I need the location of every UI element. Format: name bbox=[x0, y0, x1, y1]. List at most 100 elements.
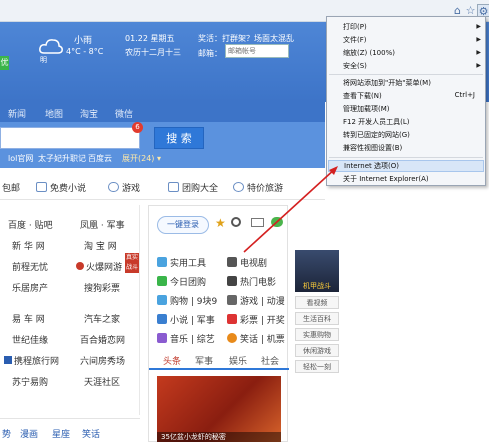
widget-item[interactable]: 电视剧 bbox=[227, 256, 267, 269]
search-input[interactable] bbox=[0, 127, 140, 149]
list-item[interactable]: 百合婚恋网 bbox=[80, 333, 125, 346]
mail-icon[interactable] bbox=[251, 218, 264, 227]
widget-item[interactable]: 游戏 | 动漫 bbox=[227, 294, 285, 307]
bottom-nav-item[interactable]: 势 bbox=[2, 427, 11, 440]
bottom-nav-item[interactable]: 星座 bbox=[52, 427, 70, 440]
logo-tag[interactable]: 优 bbox=[0, 56, 9, 70]
sidebar-link[interactable]: 轻松一刻 bbox=[295, 360, 339, 373]
list-item[interactable]: 百度 · 贴吧 bbox=[8, 218, 53, 231]
chat-icon[interactable] bbox=[271, 217, 283, 227]
promo-text[interactable]: 奖活：打群架？场面太混乱 bbox=[198, 33, 294, 44]
groupbuy-icon bbox=[157, 276, 167, 286]
sidebar-link[interactable]: 生活百科 bbox=[295, 312, 339, 325]
sidebar-link[interactable]: 休闲游戏 bbox=[295, 344, 339, 357]
menu-item-zoom[interactable]: 缩放(Z) (100%) bbox=[343, 48, 395, 58]
nav-item-news[interactable]: 新闻 bbox=[8, 107, 26, 120]
game-icon bbox=[227, 295, 237, 305]
menu-item-view-downloads[interactable]: 查看下载(N) bbox=[343, 91, 382, 101]
widget-item[interactable]: 今日团购 bbox=[157, 275, 206, 288]
mailbox-input[interactable] bbox=[225, 44, 289, 58]
menu-item-file[interactable]: 文件(F) bbox=[343, 35, 367, 45]
checkbox-icon bbox=[4, 356, 12, 364]
list-item[interactable]: 火爆网游 bbox=[76, 260, 122, 273]
one-click-login-button[interactable]: 一键登录 bbox=[157, 216, 209, 234]
weather-temp: 4°C - 8°C bbox=[66, 47, 104, 56]
menu-item-pinned-sites[interactable]: 转到已固定的网站(G) bbox=[343, 130, 410, 140]
hot-link-baiduyun[interactable]: 百度云 bbox=[88, 153, 112, 164]
hot-link-lol[interactable]: lol官网 bbox=[8, 153, 33, 164]
menu-separator bbox=[329, 74, 483, 75]
bottom-nav-item[interactable]: 笑话 bbox=[82, 427, 100, 440]
nav-item-wechat[interactable]: 微信 bbox=[115, 107, 133, 120]
menu-item-safety[interactable]: 安全(S) bbox=[343, 61, 367, 71]
sidebar-link[interactable]: 实惠购物 bbox=[295, 328, 339, 341]
list-item[interactable]: 苏宁易购 bbox=[12, 375, 48, 388]
site-links: 百度 · 贴吧 凤凰 · 军事 新 华 网 淘 宝 网 前程无忧 火爆网游 真实… bbox=[0, 205, 140, 415]
menu-item-add-to-start[interactable]: 将网站添加到"开始"菜单(M) bbox=[343, 78, 431, 88]
promo-badge[interactable]: 真实战斗 bbox=[125, 253, 139, 273]
joke-icon bbox=[227, 333, 237, 343]
portal-widget: 一键登录 ★ 实用工具 电视剧 今日团购 热门电影 购物 | 9块9 游戏 | … bbox=[148, 205, 289, 442]
menu-item-internet-options[interactable]: Internet 选项(O) bbox=[328, 160, 484, 172]
widget-item[interactable]: 小说 | 军事 bbox=[157, 313, 215, 326]
menu-item-manage-addons[interactable]: 管理加载项(M) bbox=[343, 104, 390, 114]
widget-item[interactable]: 热门电影 bbox=[227, 275, 276, 288]
nav-item-taobao[interactable]: 淘宝 bbox=[80, 107, 98, 120]
list-item[interactable]: 搜狗彩票 bbox=[84, 281, 120, 294]
menu-separator bbox=[329, 157, 483, 158]
list-item[interactable]: 淘 宝 网 bbox=[84, 239, 117, 252]
tool-groupbuy[interactable]: 团购大全 bbox=[168, 181, 218, 194]
widget-item[interactable]: 购物 | 9块9 bbox=[157, 294, 217, 307]
hot-link-drama[interactable]: 太子妃升职记 bbox=[38, 153, 86, 164]
tool-games[interactable]: 游戏 bbox=[108, 181, 140, 194]
list-item[interactable]: 凤凰 · 军事 bbox=[80, 218, 125, 231]
gamepad-icon bbox=[108, 182, 119, 192]
list-item[interactable]: 前程无忧 bbox=[12, 260, 48, 273]
notification-badge: 6 bbox=[132, 122, 143, 133]
lottery-icon bbox=[227, 314, 237, 324]
list-item[interactable]: 新 华 网 bbox=[12, 239, 45, 252]
tool-novels[interactable]: 免费小说 bbox=[36, 181, 86, 194]
sidebar-link[interactable]: 看视频 bbox=[295, 296, 339, 309]
music-icon bbox=[157, 333, 167, 343]
quick-tools: 包邮 免费小说 游戏 团购大全 特价旅游 bbox=[0, 174, 325, 200]
novel-icon bbox=[157, 314, 167, 324]
widget-item[interactable]: 笑话 | 机票 bbox=[227, 332, 285, 345]
date-solar: 01.22 星期五 bbox=[125, 34, 175, 43]
menu-item-about-ie[interactable]: 关于 Internet Explorer(A) bbox=[343, 174, 429, 184]
list-item[interactable]: 易 车 网 bbox=[12, 312, 45, 325]
mailbox-label: 邮箱： bbox=[198, 49, 222, 58]
tool-free-shipping[interactable]: 包邮 bbox=[2, 181, 20, 194]
game-icon bbox=[76, 262, 84, 270]
menu-item-f12-tools[interactable]: F12 开发人员工具(L) bbox=[343, 117, 410, 127]
list-item[interactable]: 六间房秀场 bbox=[80, 354, 125, 367]
search-area: 6 搜 索 lol官网 太子妃升职记 百度云 展开(24) ▾ bbox=[0, 122, 325, 168]
tv-icon bbox=[227, 257, 237, 267]
star-icon[interactable]: ★ bbox=[215, 216, 226, 230]
tab-society[interactable]: 社会 bbox=[261, 354, 279, 367]
tab-headlines[interactable]: 头条 bbox=[163, 354, 181, 367]
search-button[interactable]: 搜 索 bbox=[154, 127, 204, 149]
tool-travel[interactable]: 特价旅游 bbox=[233, 181, 283, 194]
menu-item-compat-view[interactable]: 兼容性视图设置(B) bbox=[343, 143, 402, 153]
tab-military[interactable]: 军事 bbox=[195, 354, 213, 367]
list-item[interactable]: 世纪佳缘 bbox=[12, 333, 48, 346]
movie-icon bbox=[227, 276, 237, 286]
list-item[interactable]: 天涯社区 bbox=[84, 375, 120, 388]
game-title: 机甲战斗 bbox=[303, 282, 331, 290]
expand-link[interactable]: 展开(24) ▾ bbox=[122, 153, 161, 164]
nav-item-map[interactable]: 地图 bbox=[45, 107, 63, 120]
widget-item[interactable]: 音乐 | 综艺 bbox=[157, 332, 215, 345]
news-tabs: 头条 军事 娱乐 社会 bbox=[149, 352, 289, 370]
tools-icon bbox=[157, 257, 167, 267]
list-item[interactable]: 乐居房产 bbox=[12, 281, 48, 294]
widget-item[interactable]: 实用工具 bbox=[157, 256, 206, 269]
search-icon[interactable] bbox=[231, 217, 241, 227]
widget-item[interactable]: 彩票 | 开奖 bbox=[227, 313, 285, 326]
tab-entertainment[interactable]: 娱乐 bbox=[229, 354, 247, 367]
news-caption[interactable]: 35亿盆小龙虾的秘密 bbox=[157, 432, 281, 442]
list-item[interactable]: 汽车之家 bbox=[84, 312, 120, 325]
list-item[interactable]: 携程旅行网 bbox=[4, 354, 59, 367]
menu-item-print[interactable]: 打印(P) bbox=[343, 22, 367, 32]
bottom-nav-item[interactable]: 漫画 bbox=[20, 427, 38, 440]
